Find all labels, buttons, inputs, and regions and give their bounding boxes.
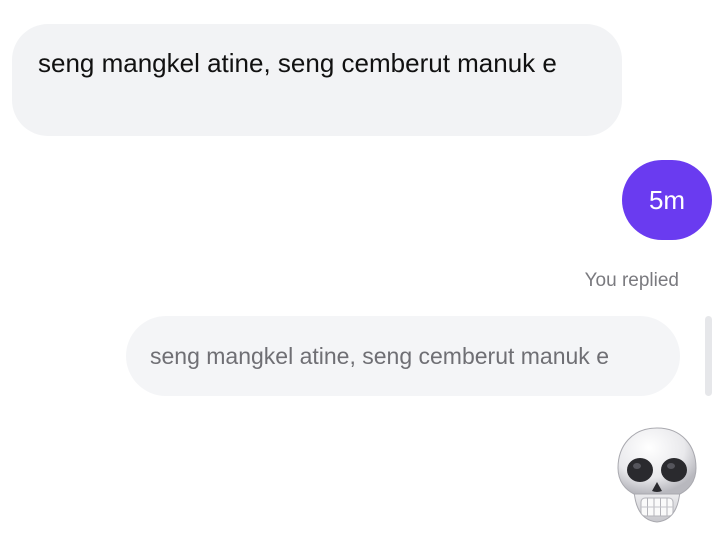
scrollbar[interactable]: [705, 316, 712, 396]
outgoing-message-text: 5m: [648, 184, 686, 215]
quoted-message-bubble[interactable]: seng mangkel atine, seng cemberut manuk …: [126, 316, 680, 396]
incoming-message-text: seng mangkel atine, seng cemberut manuk …: [38, 48, 557, 78]
incoming-message-bubble[interactable]: seng mangkel atine, seng cemberut manuk …: [12, 24, 622, 136]
quoted-message-text: seng mangkel atine, seng cemberut manuk …: [150, 342, 609, 369]
outgoing-message-bubble[interactable]: 5m: [622, 160, 712, 240]
reply-label: You replied: [584, 270, 679, 291]
skull-icon[interactable]: [614, 424, 700, 526]
